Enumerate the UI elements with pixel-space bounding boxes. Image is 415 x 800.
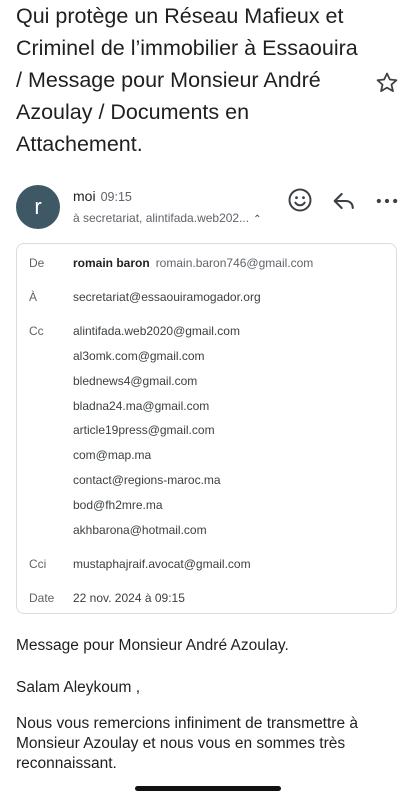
from-email[interactable]: romain.baron746@gmail.com [156,256,314,270]
body-paragraph: Salam Aleykoum , [16,679,141,696]
cc-email[interactable]: blednews4@gmail.com [73,374,197,388]
cc-email[interactable]: article19press@gmail.com [73,423,215,437]
emoji-react-icon[interactable] [286,186,314,214]
body-paragraph: Message pour Monsieur André Azoulay. [16,637,289,654]
recipients-summary-text: à secretariat, alintifada.web202... [73,211,250,225]
cc-email[interactable]: bladna24.ma@gmail.com [73,399,209,413]
star-icon[interactable] [374,70,400,96]
recipients-summary[interactable]: à secretariat, alintifada.web202... ⌃ [73,211,262,225]
date-label: Date [29,591,55,605]
message-details-panel: De romain baron romain.baron746@gmail.com… [16,243,397,614]
cc-email[interactable]: al3omk.com@gmail.com [73,349,205,363]
home-indicator[interactable] [135,786,281,791]
chevron-up-icon[interactable]: ⌃ [253,214,261,225]
cc-email[interactable]: contact@regions-maroc.ma [73,473,221,487]
sender-header: moi 09:15 [73,188,132,204]
cc-email[interactable]: bod@fh2mre.ma [73,498,163,512]
bcc-label: Cci [29,557,47,571]
date-value: 22 nov. 2024 à 09:15 [73,591,185,605]
cc-label: Cc [29,324,44,338]
from-name[interactable]: romain baron [73,256,150,270]
cc-email[interactable]: alintifada.web2020@gmail.com [73,324,240,338]
more-horizontal-icon[interactable] [373,187,401,215]
cc-email[interactable]: com@map.ma [73,448,151,462]
reply-icon[interactable] [330,187,358,215]
body-paragraph: Nous vous remercions infiniment de trans… [16,715,359,772]
bcc-email[interactable]: mustaphajraif.avocat@gmail.com [73,557,251,571]
sender-name: moi [73,188,96,204]
cc-email[interactable]: akhbarona@hotmail.com [73,523,207,537]
from-value: romain baron romain.baron746@gmail.com [73,256,313,270]
from-label: De [29,256,45,270]
email-subject: Qui protège un Réseau Mafieux et Crimine… [16,4,358,156]
sender-avatar[interactable]: r [16,185,60,229]
to-email[interactable]: secretariat@essaouiramogador.org [73,290,261,304]
to-label: À [29,290,38,304]
sent-time: 09:15 [100,190,132,204]
